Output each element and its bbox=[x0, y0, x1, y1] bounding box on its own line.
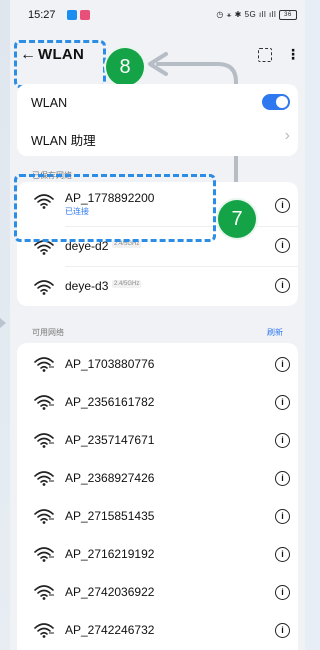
info-icon[interactable]: i bbox=[275, 198, 290, 213]
wlan-assistant-label: WLAN 助理 bbox=[31, 134, 96, 148]
app-notification-icon-2 bbox=[80, 10, 90, 20]
wlan-toggle[interactable] bbox=[262, 94, 290, 110]
gutter-arrow-icon bbox=[0, 318, 6, 328]
network-name: AP_2742246732 bbox=[65, 623, 155, 637]
app-notification-icon bbox=[67, 10, 77, 20]
step-badge-8: 8 bbox=[106, 48, 144, 86]
available-network-row[interactable]: AP_2368927426 i bbox=[17, 459, 298, 497]
step-badge-7: 7 bbox=[218, 200, 256, 238]
more-options-button[interactable]: ⋮ bbox=[286, 46, 300, 63]
available-networks-label: 可用网络 bbox=[32, 328, 64, 337]
scan-qr-icon[interactable] bbox=[258, 48, 272, 62]
annotation-box-header bbox=[14, 40, 106, 88]
wlan-assistant-row[interactable]: WLAN 助理 › bbox=[17, 118, 298, 156]
band-tag: 2.4/5GHz bbox=[112, 280, 142, 288]
available-network-row[interactable]: AP_2742246732 i bbox=[17, 611, 298, 649]
wlan-label: WLAN bbox=[31, 96, 68, 110]
network-name: AP_2368927426 bbox=[65, 471, 155, 485]
available-network-row[interactable]: AP_2716219192 i bbox=[17, 535, 298, 573]
available-networks-card: AP_1703880776 i AP_2356161782 i AP_23571… bbox=[17, 343, 298, 650]
wifi-icon bbox=[34, 471, 54, 486]
network-name: AP_2742036922 bbox=[65, 585, 155, 599]
network-name: AP_1703880776 bbox=[65, 357, 155, 371]
saved-network-row[interactable]: deye-d3 2.4/5GHz i bbox=[17, 268, 298, 306]
info-icon[interactable]: i bbox=[275, 357, 290, 372]
network-name: AP_2716219192 bbox=[65, 547, 155, 561]
wifi-icon bbox=[34, 280, 54, 295]
chevron-right-icon: › bbox=[284, 127, 290, 144]
wifi-icon bbox=[34, 547, 54, 562]
available-network-row[interactable]: AP_2715851435 i bbox=[17, 497, 298, 535]
info-icon[interactable]: i bbox=[275, 471, 290, 486]
network-name: deye-d3 bbox=[65, 279, 109, 293]
wifi-icon bbox=[34, 357, 54, 372]
network-name: AP_2356161782 bbox=[65, 395, 155, 409]
annotation-box-connected bbox=[14, 174, 216, 242]
available-network-row[interactable]: AP_2742036922 i bbox=[17, 573, 298, 611]
wifi-icon bbox=[34, 623, 54, 638]
info-icon[interactable]: i bbox=[275, 547, 290, 562]
available-network-row[interactable]: AP_1703880776 i bbox=[17, 345, 298, 383]
wifi-icon bbox=[34, 585, 54, 600]
wlan-settings-card: WLAN WLAN 助理 › bbox=[17, 84, 298, 156]
info-icon[interactable]: i bbox=[275, 509, 290, 524]
info-icon[interactable]: i bbox=[275, 585, 290, 600]
network-name: AP_2357147671 bbox=[65, 433, 155, 447]
info-icon[interactable]: i bbox=[275, 433, 290, 448]
network-name: AP_2715851435 bbox=[65, 509, 155, 523]
info-icon[interactable]: i bbox=[275, 238, 290, 253]
status-icons: ◷ ⚹ ✱ 5G bbox=[216, 10, 257, 20]
battery-icon: 36 bbox=[279, 10, 297, 20]
info-icon[interactable]: i bbox=[275, 623, 290, 638]
wifi-icon bbox=[34, 395, 54, 410]
left-gutter bbox=[0, 0, 10, 650]
available-network-row[interactable]: AP_2356161782 i bbox=[17, 383, 298, 421]
info-icon[interactable]: i bbox=[275, 278, 290, 293]
wifi-icon bbox=[34, 509, 54, 524]
refresh-button[interactable]: 刷新 bbox=[267, 327, 283, 338]
signal-icon: ıll ıll bbox=[258, 10, 277, 20]
status-bar: 15:27 ◷ ⚹ ✱ 5G ıll ıll 36 bbox=[10, 0, 305, 32]
status-time: 15:27 bbox=[28, 9, 56, 21]
divider bbox=[65, 266, 298, 267]
wlan-toggle-row[interactable]: WLAN bbox=[17, 84, 298, 122]
info-icon[interactable]: i bbox=[275, 395, 290, 410]
phone-screen: 15:27 ◷ ⚹ ✱ 5G ıll ıll 36 ← WLAN ⋮ 8 WLA… bbox=[10, 0, 305, 650]
status-indicators: ◷ ⚹ ✱ 5G ıll ıll 36 bbox=[216, 10, 297, 20]
wifi-icon bbox=[34, 433, 54, 448]
available-network-row[interactable]: AP_2357147671 i bbox=[17, 421, 298, 459]
